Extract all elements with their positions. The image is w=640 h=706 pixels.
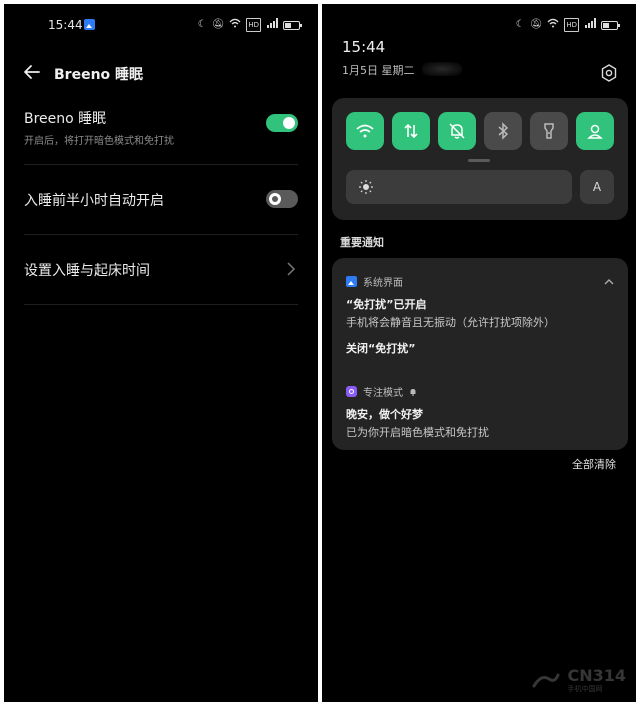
mute-icon: 🔕︎ (529, 19, 543, 30)
setting-sleep-wake-time[interactable]: 设置入睡与起床时间 (24, 260, 298, 280)
qs-flashlight-tile[interactable] (530, 112, 568, 150)
qs-hotspot-tile[interactable] (576, 112, 614, 150)
wifi-status-icon (547, 18, 559, 32)
turn-off-dnd-button[interactable]: 关闭“免打扰” (346, 340, 415, 356)
wifi-icon (356, 124, 374, 138)
notification-title: “免打扰”已开启 (346, 298, 427, 311)
shade-date: 1月5日 星期二 (342, 64, 415, 77)
mute-icon: 🔕︎ (211, 19, 225, 30)
setting-label: 设置入睡与起床时间 (24, 263, 150, 279)
toggle-knob (283, 117, 295, 129)
quick-settings-panel: A (332, 98, 628, 220)
panel-drag-handle[interactable] (468, 159, 490, 162)
status-bar: 15:44 ☾ 🔕︎ HD (4, 14, 318, 36)
divider (24, 164, 298, 165)
header: Breeno 睡眠 (4, 60, 318, 88)
signal-icon (584, 18, 596, 32)
auto-enable-toggle[interactable] (266, 190, 298, 208)
setting-breeno-sleep[interactable]: Breeno 睡眠 开启后，将打开暗色模式和免打扰 (24, 108, 298, 147)
watermark-logo-icon (532, 673, 560, 688)
bluetooth-icon (498, 122, 509, 140)
clear-all-button[interactable]: 全部清除 (572, 456, 616, 472)
system-icons: ☾ 🔕︎ HD (515, 18, 620, 32)
battery-icon (283, 20, 302, 30)
status-bar: ☾ 🔕︎ HD (322, 14, 636, 36)
back-arrow-icon[interactable] (22, 62, 42, 82)
chevron-right-icon (287, 262, 296, 276)
page-title: Breeno 睡眠 (54, 67, 144, 83)
hd-icon: HD (246, 18, 261, 32)
system-icons: ☾ 🔕︎ HD (197, 18, 302, 32)
moon-icon: ☾ (197, 19, 207, 30)
settings-gear-icon[interactable] (600, 64, 618, 82)
brightness-icon (359, 180, 373, 194)
watermark: CN314 手机中国网 (531, 668, 626, 694)
notification-body: 已为你开启暗色模式和免打扰 (346, 426, 489, 439)
battery-icon (601, 20, 620, 30)
do-not-disturb-icon (449, 123, 465, 139)
status-time: 15:44 (48, 18, 83, 32)
bell-icon (410, 388, 416, 396)
toggle-knob (269, 193, 281, 205)
breeno-sleep-toggle[interactable] (266, 114, 298, 132)
notification-app-name: 专注模式 (363, 388, 403, 399)
qs-bluetooth-tile[interactable] (484, 112, 522, 150)
flashlight-icon (544, 123, 554, 139)
chevron-up-icon[interactable] (604, 278, 614, 286)
divider (24, 304, 298, 305)
moon-icon: ☾ (515, 19, 525, 30)
blurred-area (422, 62, 462, 76)
notification-shade-screen: ☾ 🔕︎ HD 15:44 1月5日 星期二 A 重要通知 系统界面 “免打扰”… (322, 4, 636, 702)
shade-time: 15:44 (342, 38, 386, 56)
qs-wifi-tile[interactable] (346, 112, 384, 150)
system-ui-app-icon (346, 276, 357, 287)
notification-title: 晚安，做个好梦 (346, 408, 423, 421)
notification-app-name: 系统界面 (363, 278, 403, 289)
gallery-notification-icon (84, 19, 95, 30)
divider (24, 234, 298, 235)
brightness-slider[interactable] (346, 170, 572, 204)
notification-group[interactable]: 系统界面 “免打扰”已开启 手机将会静音且无振动（允许打扰项除外） 关闭“免打扰… (332, 258, 628, 450)
sleep-settings-screen: 15:44 ☾ 🔕︎ HD Breeno 睡眠 Breeno 睡眠 开启后，将打… (4, 4, 318, 702)
setting-label: Breeno 睡眠 (24, 111, 107, 127)
mobile-data-icon (404, 123, 418, 139)
hotspot-icon (587, 124, 603, 139)
setting-auto-enable[interactable]: 入睡前半小时自动开启 (24, 190, 298, 210)
wifi-status-icon (229, 18, 241, 32)
auto-brightness-button[interactable]: A (580, 170, 614, 204)
notification-app-header: 系统界面 (346, 274, 403, 289)
section-title: 重要通知 (340, 236, 384, 249)
focus-mode-app-icon (346, 386, 357, 397)
watermark-subtext: 手机中国网 (567, 685, 603, 693)
setting-subtitle: 开启后，将打开暗色模式和免打扰 (24, 136, 174, 147)
watermark-text: CN314 (567, 666, 626, 685)
notification-body: 手机将会静音且无振动（允许打扰项除外） (346, 316, 555, 329)
setting-label: 入睡前半小时自动开启 (24, 193, 164, 209)
watermark-text-block: CN314 手机中国网 (567, 668, 626, 694)
qs-dnd-tile[interactable] (438, 112, 476, 150)
notification-app-header: 专注模式 (346, 384, 417, 399)
signal-icon (266, 18, 278, 32)
hd-icon: HD (564, 18, 579, 32)
qs-mobile-data-tile[interactable] (392, 112, 430, 150)
